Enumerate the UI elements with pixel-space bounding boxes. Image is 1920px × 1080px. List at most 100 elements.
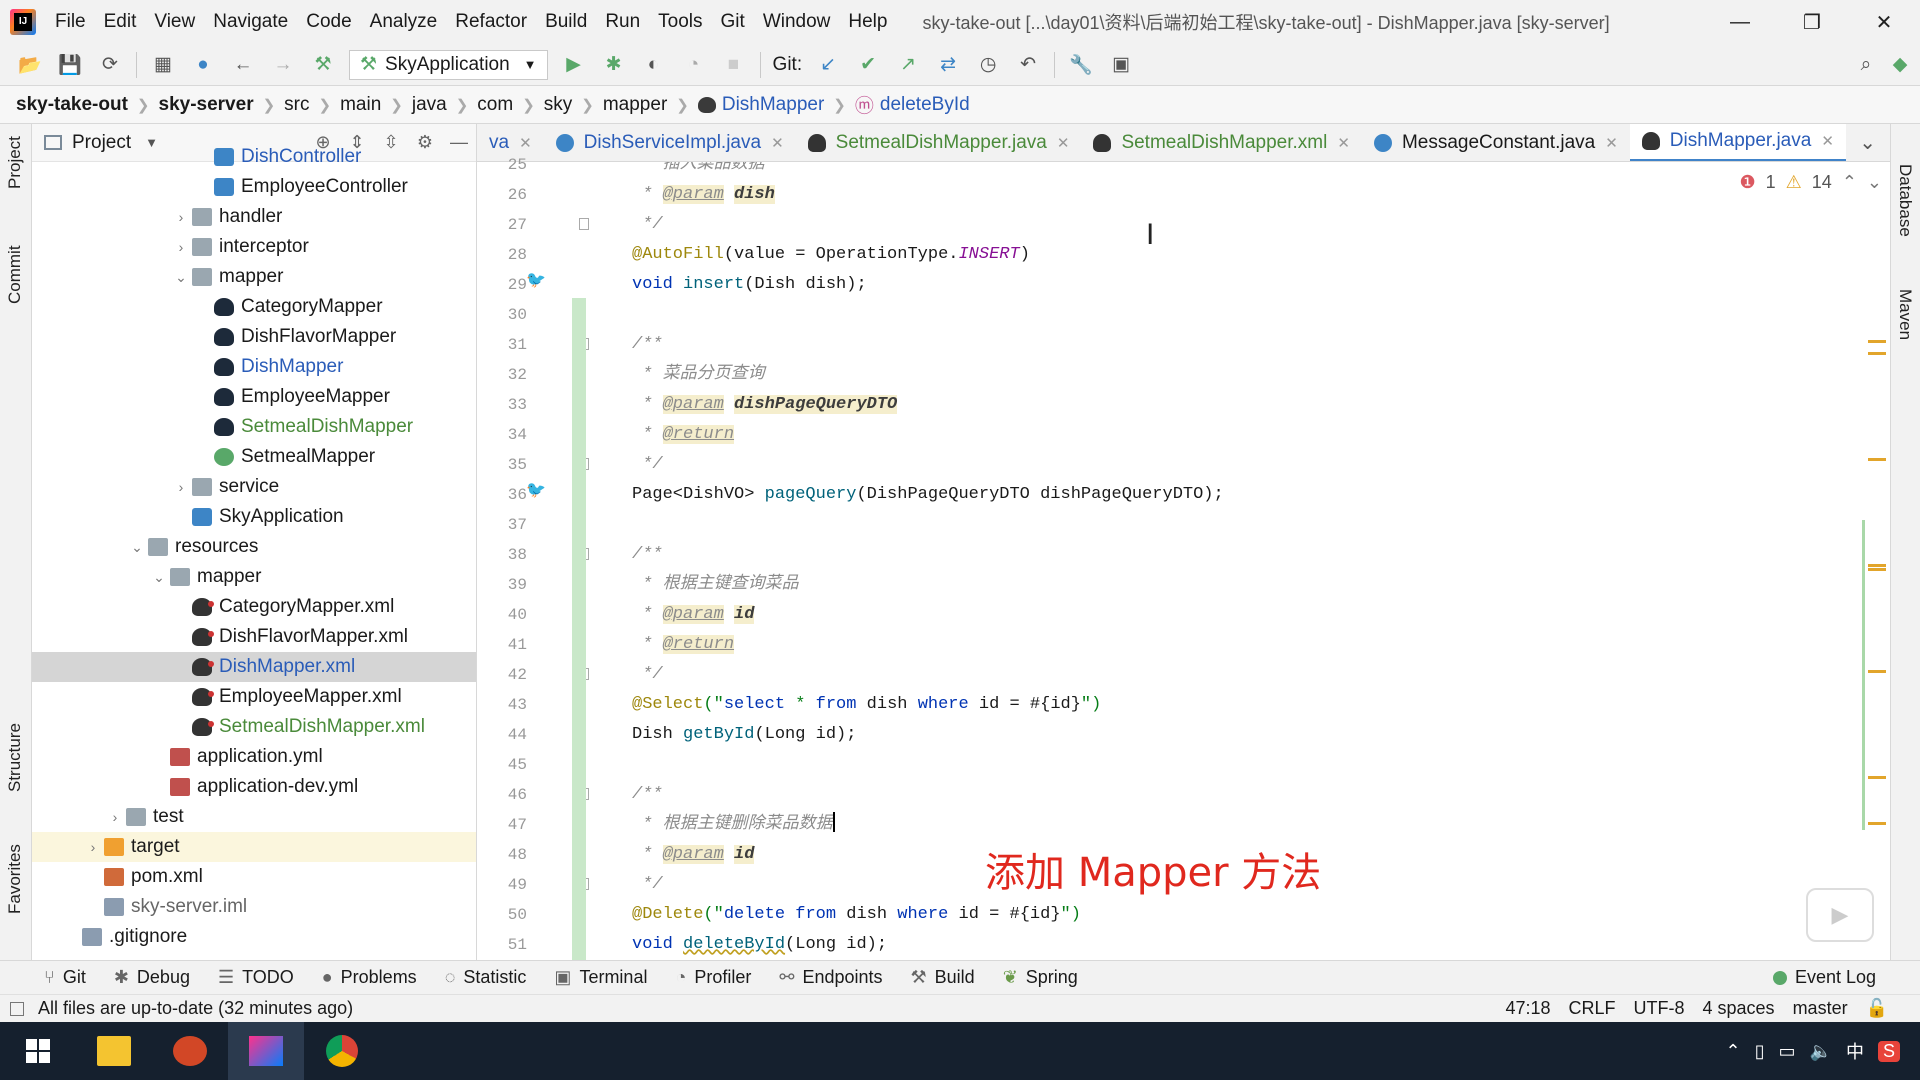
tree-file[interactable]: .gitignore bbox=[32, 922, 476, 952]
git-update-icon[interactable]: ↙ bbox=[813, 50, 843, 80]
caret-position[interactable]: 47:18 bbox=[1505, 998, 1550, 1019]
stop-icon[interactable]: ■ bbox=[719, 50, 749, 80]
tree-file[interactable]: sky-server.iml bbox=[32, 892, 476, 922]
editor-tab[interactable]: SetmealDishMapper.java ✕ bbox=[796, 124, 1082, 161]
class-icon[interactable]: ● bbox=[188, 50, 218, 80]
tray-battery-icon[interactable]: ▯ bbox=[1755, 1041, 1765, 1062]
chevron-down-icon[interactable]: ⌄ bbox=[1867, 172, 1882, 193]
chevron-up-icon[interactable]: ⌃ bbox=[1842, 172, 1857, 193]
project-tool-tab[interactable]: Project bbox=[5, 136, 25, 189]
minimize-icon[interactable]: — bbox=[1704, 0, 1776, 44]
profile-icon[interactable]: ◔ bbox=[679, 50, 709, 80]
tree-file[interactable]: EmployeeMapper bbox=[32, 382, 476, 412]
history-icon[interactable]: ◷ bbox=[973, 50, 1003, 80]
breadcrumb-item[interactable]: src bbox=[284, 94, 309, 116]
tray-network-icon[interactable]: ▭ bbox=[1779, 1041, 1796, 1062]
menu-build[interactable]: Build bbox=[536, 11, 596, 33]
plugin-icon[interactable]: ◆ bbox=[1885, 50, 1915, 80]
intellij-taskbar-icon[interactable] bbox=[228, 1022, 304, 1080]
menu-refactor[interactable]: Refactor bbox=[446, 11, 536, 33]
tree-file[interactable]: SetmealMapper bbox=[32, 442, 476, 472]
mybatis-navigation-icon[interactable]: 🐦 bbox=[526, 480, 546, 500]
favorites-tool-tab[interactable]: Favorites bbox=[5, 844, 25, 914]
lock-icon[interactable]: 🔓 bbox=[1866, 998, 1888, 1019]
maven-tool-tab[interactable]: Maven bbox=[1895, 289, 1915, 340]
search-icon[interactable]: ⌕ bbox=[1851, 50, 1881, 80]
tree-file[interactable]: DishController bbox=[32, 142, 476, 172]
structure-tool-tab[interactable]: Structure bbox=[5, 723, 25, 792]
line-separator[interactable]: CRLF bbox=[1569, 998, 1616, 1019]
run-icon[interactable]: ▶ bbox=[559, 50, 589, 80]
expand-arrow-icon[interactable]: ⌄ bbox=[126, 539, 148, 556]
close-tab-icon[interactable]: ✕ bbox=[771, 134, 784, 152]
menu-file[interactable]: File bbox=[46, 11, 95, 33]
tree-file[interactable]: pom.xml bbox=[32, 862, 476, 892]
breadcrumb-item[interactable]: DishMapper bbox=[722, 94, 824, 116]
menu-tools[interactable]: Tools bbox=[649, 11, 711, 33]
back-icon[interactable]: ← bbox=[228, 50, 258, 80]
editor-tab[interactable]: MessageConstant.java ✕ bbox=[1362, 124, 1630, 161]
close-tab-icon[interactable]: ✕ bbox=[1605, 134, 1618, 152]
windows-start-icon[interactable] bbox=[0, 1022, 76, 1080]
commit-tool-tab[interactable]: Commit bbox=[5, 245, 25, 304]
collapse-arrow-icon[interactable]: › bbox=[170, 209, 192, 225]
tree-file[interactable]: SetmealDishMapper.xml bbox=[32, 712, 476, 742]
tree-file[interactable]: DishMapper bbox=[32, 352, 476, 382]
tree-file[interactable]: EmployeeMapper.xml bbox=[32, 682, 476, 712]
spring-tool-button[interactable]: ❦ Spring bbox=[1003, 967, 1078, 988]
build-hammer-icon[interactable]: ⚒ bbox=[308, 50, 338, 80]
tree-file[interactable]: DishFlavorMapper bbox=[32, 322, 476, 352]
inspection-widget[interactable]: ❶ 1 ⚠ 14 ⌃ ⌄ bbox=[1739, 172, 1882, 193]
menu-window[interactable]: Window bbox=[754, 11, 840, 33]
file-explorer-icon[interactable] bbox=[76, 1022, 152, 1080]
breadcrumb-item[interactable]: deleteById bbox=[880, 94, 970, 116]
tree-file[interactable]: SkyApplication bbox=[32, 502, 476, 532]
coverage-icon[interactable]: ◐ bbox=[639, 50, 669, 80]
expand-arrow-icon[interactable]: ⌄ bbox=[170, 269, 192, 286]
git-commit-icon[interactable]: ✔ bbox=[853, 50, 883, 80]
statistic-tool-button[interactable]: ◌ Statistic bbox=[445, 967, 527, 988]
breadcrumb-item[interactable]: sky bbox=[544, 94, 573, 116]
menu-run[interactable]: Run bbox=[596, 11, 649, 33]
git-merge-icon[interactable]: ⇄ bbox=[933, 50, 963, 80]
breadcrumb-item[interactable]: sky-server bbox=[159, 94, 254, 116]
settings-wrench-icon[interactable]: 🔧 bbox=[1066, 50, 1096, 80]
editor-tab[interactable]: DishServiceImpl.java ✕ bbox=[544, 124, 796, 161]
tray-chevron-icon[interactable]: ⌃ bbox=[1726, 1041, 1741, 1062]
project-structure-folder-icon[interactable]: ▣ bbox=[1106, 50, 1136, 80]
play-icon[interactable]: ▶ bbox=[1806, 888, 1874, 942]
expand-arrow-icon[interactable]: ⌄ bbox=[148, 569, 170, 586]
tree-folder[interactable]: › interceptor bbox=[32, 232, 476, 262]
close-icon[interactable]: ✕ bbox=[1848, 0, 1920, 44]
tree-file[interactable]: CategoryMapper bbox=[32, 292, 476, 322]
tool-windows-toggle-icon[interactable] bbox=[10, 1001, 24, 1016]
tree-file[interactable]: application-dev.yml bbox=[32, 772, 476, 802]
event-log-button[interactable]: Event Log bbox=[1772, 967, 1876, 988]
collapse-arrow-icon[interactable]: › bbox=[170, 239, 192, 255]
collapse-arrow-icon[interactable]: › bbox=[104, 809, 126, 825]
powerpoint-icon[interactable] bbox=[152, 1022, 228, 1080]
tree-folder[interactable]: ⌄ mapper bbox=[32, 262, 476, 292]
editor-tab[interactable]: SetmealDishMapper.xml ✕ bbox=[1081, 124, 1362, 161]
forward-icon[interactable]: → bbox=[268, 50, 298, 80]
file-encoding[interactable]: UTF-8 bbox=[1634, 998, 1685, 1019]
tabs-overflow-icon[interactable]: ⌄ bbox=[1859, 130, 1876, 155]
tree-file[interactable]: SetmealDishMapper bbox=[32, 412, 476, 442]
tree-file[interactable]: application.yml bbox=[32, 742, 476, 772]
fold-marker-icon[interactable] bbox=[579, 218, 589, 230]
tree-file[interactable]: DishMapper.xml bbox=[32, 652, 476, 682]
indent-setting[interactable]: 4 spaces bbox=[1703, 998, 1775, 1019]
close-tab-icon[interactable]: ✕ bbox=[1821, 132, 1834, 150]
breadcrumb-item[interactable]: sky-take-out bbox=[16, 94, 128, 116]
restore-icon[interactable]: ❐ bbox=[1776, 0, 1848, 44]
sync-icon[interactable]: ⟳ bbox=[95, 50, 125, 80]
tree-folder[interactable]: › test bbox=[32, 802, 476, 832]
save-icon[interactable]: 💾 bbox=[55, 50, 85, 80]
project-structure-icon[interactable]: ▦ bbox=[148, 50, 178, 80]
tree-folder[interactable]: › handler bbox=[32, 202, 476, 232]
tray-volume-icon[interactable]: 🔈 bbox=[1810, 1041, 1832, 1062]
menu-git[interactable]: Git bbox=[712, 11, 754, 33]
close-tab-icon[interactable]: ✕ bbox=[1057, 134, 1070, 152]
collapse-arrow-icon[interactable]: › bbox=[170, 479, 192, 495]
menu-code[interactable]: Code bbox=[297, 11, 360, 33]
